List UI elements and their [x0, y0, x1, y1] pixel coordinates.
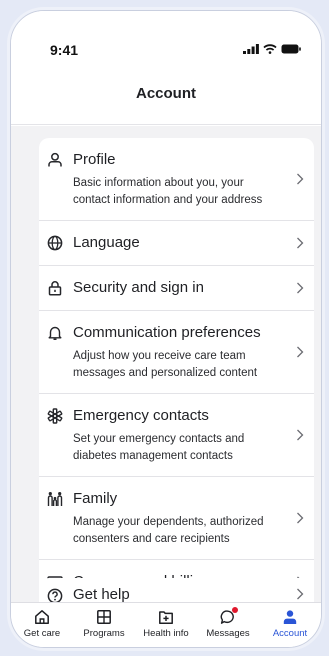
notification-badge	[232, 607, 238, 613]
menu-item-get-help[interactable]: Get help	[39, 578, 314, 602]
tab-bar: Get care Programs Health info Messages A…	[11, 602, 321, 647]
account-menu-card: Profile Basic information about you, you…	[39, 138, 314, 602]
menu-item-label: Emergency contacts	[73, 407, 209, 424]
menu-item-label: Security and sign in	[73, 279, 204, 296]
account-content[interactable]: Profile Basic information about you, you…	[11, 126, 321, 602]
menu-item-security[interactable]: Security and sign in	[39, 266, 314, 311]
nav-header: Account	[11, 63, 321, 125]
menu-item-label: Family	[73, 490, 118, 507]
menu-item-label: Profile	[73, 151, 116, 168]
signal-icon	[243, 44, 259, 54]
chevron-right-icon	[297, 173, 304, 185]
menu-item-description: Basic information about you, your contac…	[73, 177, 263, 206]
menu-item-profile[interactable]: Profile Basic information about you, you…	[39, 138, 314, 221]
person-icon	[48, 152, 62, 167]
menu-item-label: Get help	[73, 586, 130, 602]
chevron-right-icon	[297, 588, 304, 600]
globe-icon	[47, 235, 63, 251]
tab-get-care[interactable]: Get care	[11, 603, 73, 647]
tab-health-info[interactable]: Health info	[135, 603, 197, 647]
menu-item-label: Communication preferences	[73, 324, 261, 341]
tab-programs[interactable]: Programs	[73, 603, 135, 647]
tab-messages[interactable]: Messages	[197, 603, 259, 647]
chevron-right-icon	[297, 282, 304, 294]
lock-icon	[48, 281, 62, 296]
menu-item-language[interactable]: Language	[39, 221, 314, 266]
chevron-right-icon	[297, 237, 304, 249]
account-icon	[283, 610, 297, 624]
tab-label: Account	[272, 628, 308, 639]
menu-item-communication[interactable]: Communication preferences Adjust how you…	[39, 311, 314, 394]
status-bar: 9:41	[11, 11, 321, 63]
help-icon	[47, 588, 63, 602]
page-title: Account	[136, 85, 196, 102]
home-icon	[35, 610, 49, 624]
health-info-icon	[159, 611, 173, 624]
menu-item-family[interactable]: Family Manage your dependents, authorize…	[39, 477, 314, 560]
tab-label: Messages	[206, 628, 250, 639]
grid-icon	[97, 610, 111, 624]
tab-account[interactable]: Account	[259, 603, 321, 647]
menu-item-label: Language	[73, 234, 140, 251]
family-icon	[47, 492, 63, 506]
tab-label: Health info	[143, 628, 189, 639]
menu-item-emergency-contacts[interactable]: Emergency contacts Set your emergency co…	[39, 394, 314, 477]
phone-frame: 9:41 Account Profile Basic information a…	[10, 10, 322, 648]
emergency-icon	[47, 408, 63, 424]
chevron-right-icon	[297, 346, 304, 358]
menu-item-description: Manage your dependents, authorized conse…	[73, 516, 264, 545]
tab-label: Programs	[83, 628, 125, 639]
chevron-right-icon	[297, 429, 304, 441]
wifi-icon	[263, 44, 277, 54]
bell-icon	[48, 326, 62, 340]
status-time: 9:41	[50, 42, 79, 58]
tab-label: Get care	[23, 628, 61, 639]
menu-item-description: Set your emergency contacts and diabetes…	[73, 433, 245, 462]
battery-icon	[281, 44, 301, 54]
menu-item-description: Adjust how you receive care team message…	[73, 350, 258, 379]
status-icons	[243, 44, 301, 54]
chevron-right-icon	[297, 512, 304, 524]
